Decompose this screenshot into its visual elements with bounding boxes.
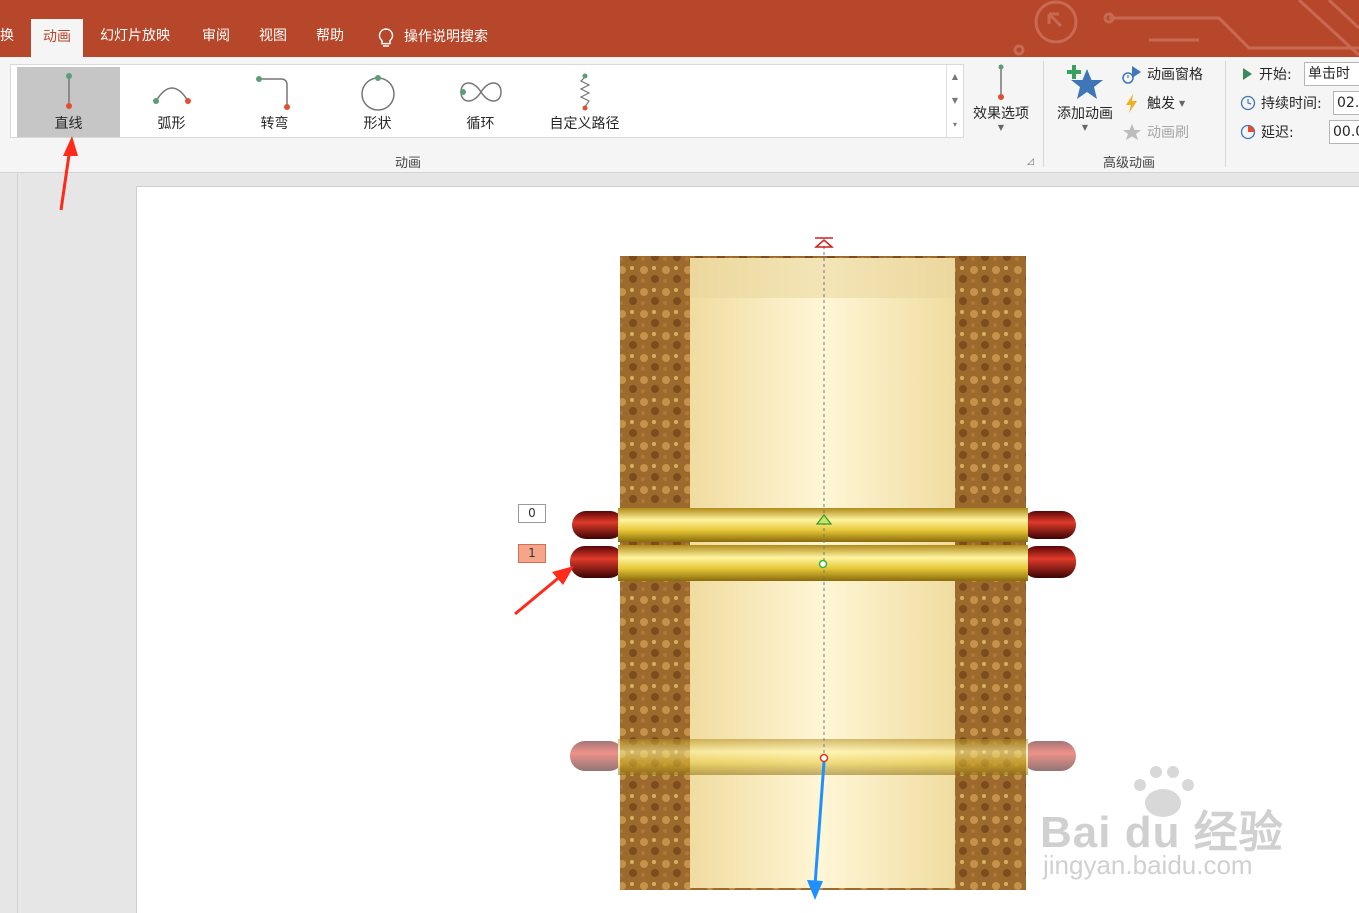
path-end-marker-icon[interactable]	[819, 753, 829, 763]
watermark-url: jingyan.baidu.com	[1043, 850, 1253, 880]
animation-order-tag[interactable]: 0	[518, 504, 546, 523]
path-center-handle-icon[interactable]	[818, 559, 828, 569]
powerpoint-window: 换 动画 幻灯片放映 审阅 视图 帮助 操作说明搜索 直线 弧形 转弯 形状 循…	[0, 0, 1359, 913]
annotation-arrow-red-icon	[59, 136, 78, 211]
animation-order-tag-selected[interactable]: 1	[518, 544, 546, 563]
rotation-handle-icon[interactable]	[814, 237, 834, 248]
annotation-arrow-red-icon	[514, 566, 574, 616]
slide-overlay	[59, 136, 1194, 900]
